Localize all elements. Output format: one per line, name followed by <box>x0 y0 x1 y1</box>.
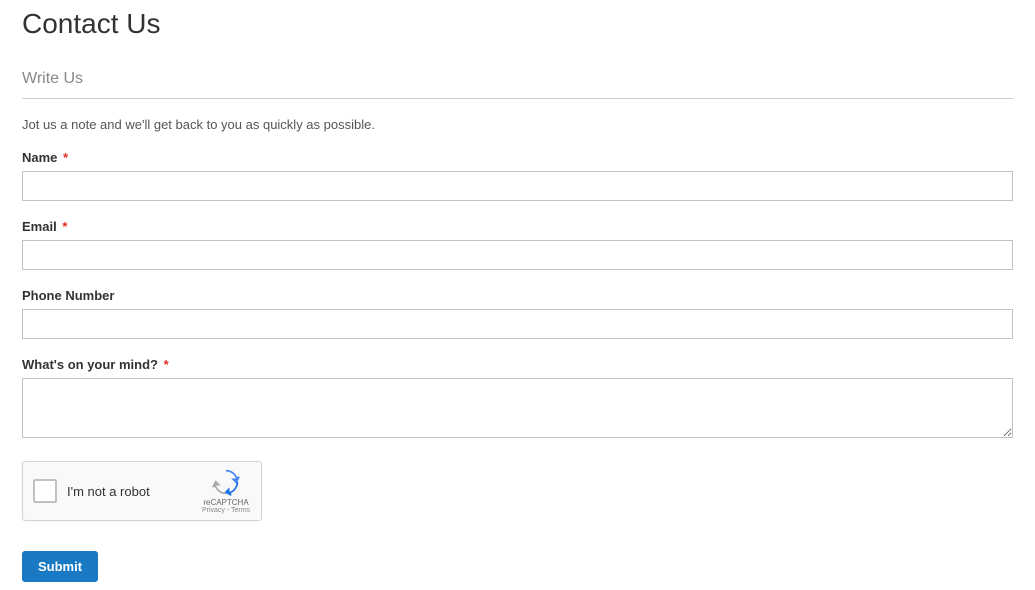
comment-label: What's on your mind? * <box>22 357 1013 372</box>
phone-label-text: Phone Number <box>22 288 114 303</box>
recaptcha-brand-text: reCAPTCHA <box>203 498 248 508</box>
recaptcha-widget: I'm not a robot reCAPTCHA Privacy - Term… <box>22 461 262 521</box>
phone-field-wrapper: Phone Number <box>22 288 1013 339</box>
recaptcha-links[interactable]: Privacy - Terms <box>202 507 250 514</box>
comment-textarea[interactable] <box>22 378 1013 438</box>
comment-field-wrapper: What's on your mind? * <box>22 357 1013 443</box>
email-label-text: Email <box>22 219 57 234</box>
recaptcha-icon <box>212 468 240 496</box>
email-field-wrapper: Email * <box>22 219 1013 270</box>
section-title: Write Us <box>22 70 1013 99</box>
submit-button[interactable]: Submit <box>22 551 98 582</box>
recaptcha-checkbox[interactable] <box>33 479 57 503</box>
email-label: Email * <box>22 219 1013 234</box>
intro-text: Jot us a note and we'll get back to you … <box>22 117 1013 132</box>
phone-input[interactable] <box>22 309 1013 339</box>
phone-label: Phone Number <box>22 288 1013 303</box>
required-mark: * <box>164 357 169 372</box>
recaptcha-branding: reCAPTCHA Privacy - Terms <box>201 468 251 515</box>
email-input[interactable] <box>22 240 1013 270</box>
page-title: Contact Us <box>22 8 1013 40</box>
recaptcha-label: I'm not a robot <box>67 484 201 499</box>
name-field-wrapper: Name * <box>22 150 1013 201</box>
name-input[interactable] <box>22 171 1013 201</box>
name-label: Name * <box>22 150 1013 165</box>
required-mark: * <box>63 150 68 165</box>
name-label-text: Name <box>22 150 57 165</box>
required-mark: * <box>62 219 67 234</box>
comment-label-text: What's on your mind? <box>22 357 158 372</box>
